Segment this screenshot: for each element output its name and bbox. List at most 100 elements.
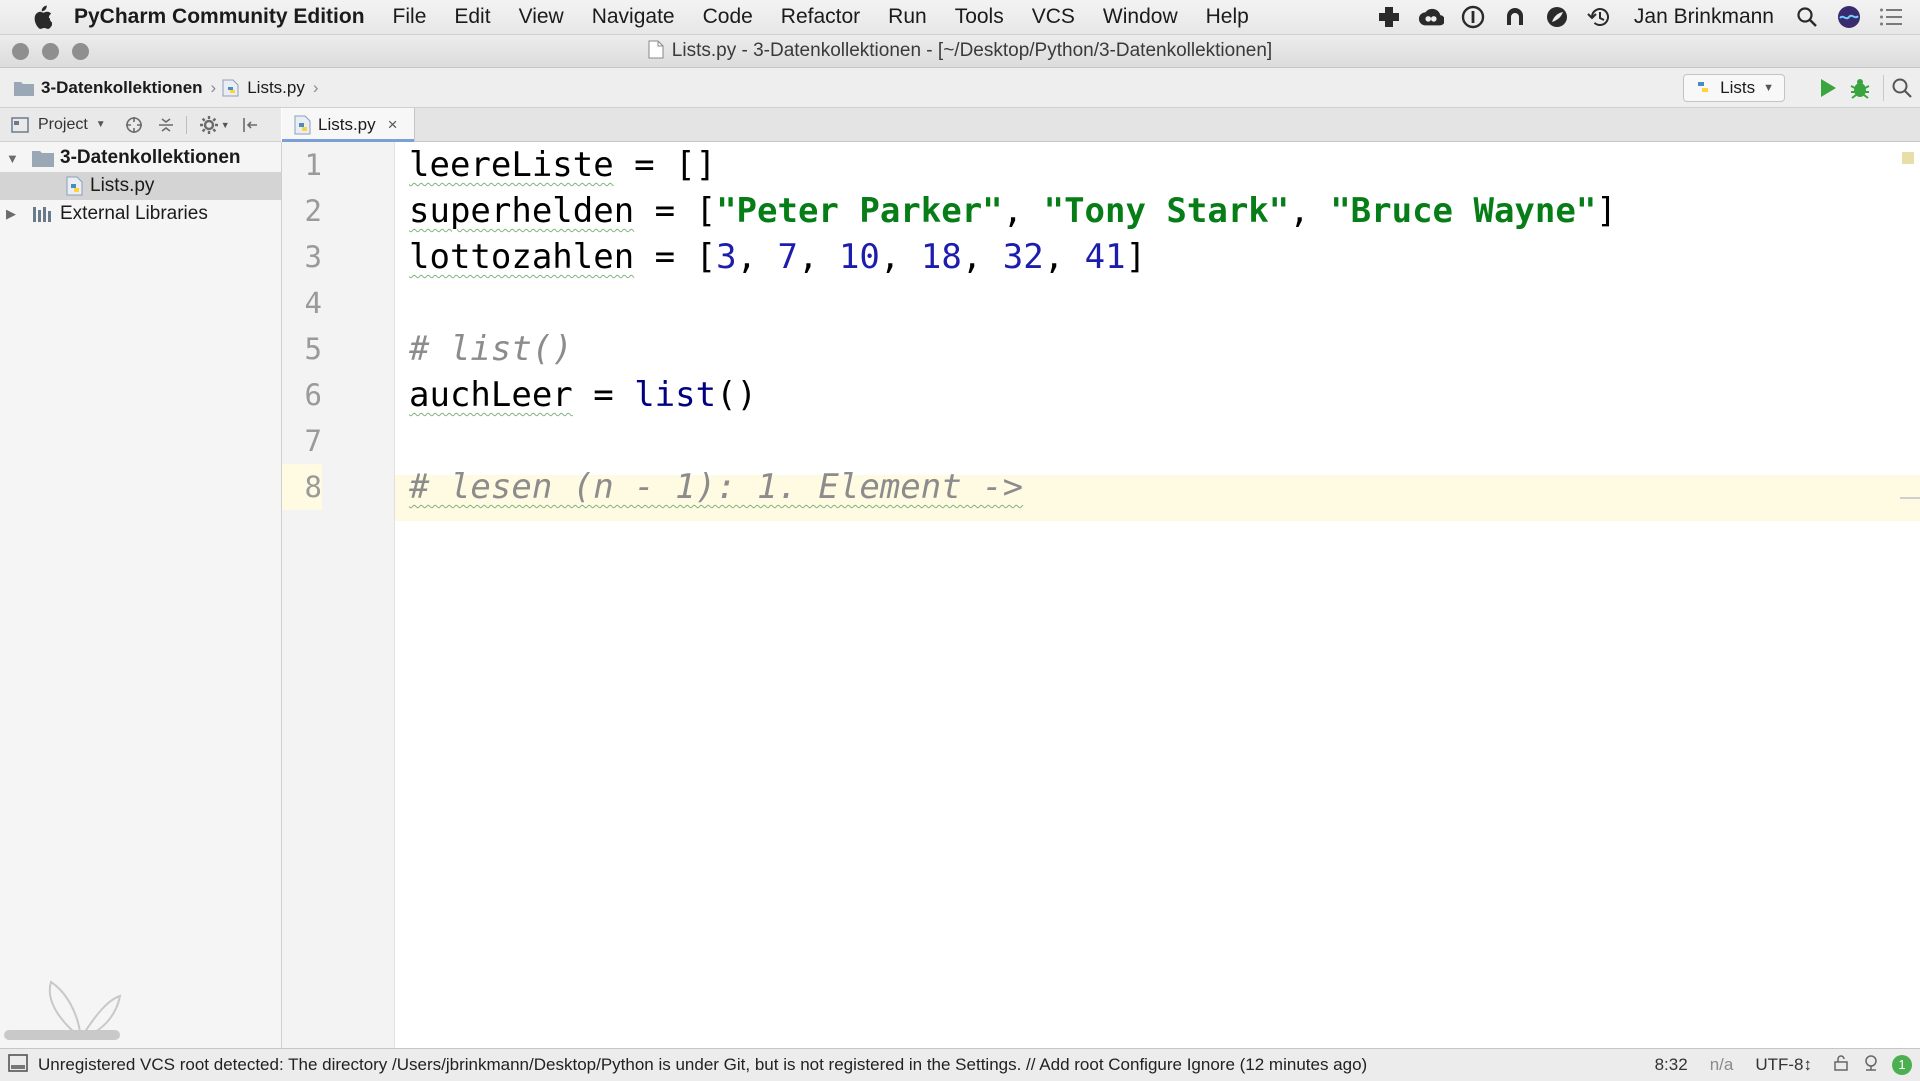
code-token: , [961, 237, 1003, 277]
gear-icon[interactable] [199, 115, 219, 135]
window-title-bar: Lists.py - 3-Datenkollektionen - [~/Desk… [0, 35, 1920, 68]
menu-file[interactable]: File [393, 5, 427, 29]
code-token: , [1002, 191, 1044, 231]
chevron-down-icon[interactable]: ▼ [221, 120, 230, 130]
toggle-tool-windows-icon[interactable] [8, 1053, 28, 1078]
window-title: Lists.py - 3-Datenkollektionen - [~/Desk… [0, 40, 1920, 62]
chevron-down-icon: ▼ [1763, 82, 1774, 94]
code-line-6[interactable]: auchLeer = list() [409, 372, 757, 418]
breadcrumb-file[interactable]: Lists.py › [222, 78, 322, 98]
code-line-2[interactable]: superhelden = ["Peter Parker", "Tony Sta… [409, 188, 1617, 234]
line-number: 5 [304, 332, 322, 366]
number-literal: 41 [1084, 237, 1126, 277]
chevron-down-icon[interactable]: ▼ [96, 119, 106, 130]
apple-icon[interactable] [30, 5, 52, 29]
code-token: , [1043, 237, 1085, 277]
user-name-menu[interactable]: Jan Brinkmann [1634, 5, 1774, 29]
creative-cloud-icon[interactable] [1418, 4, 1444, 30]
code-token: , [879, 237, 921, 277]
expand-arrow-icon[interactable]: ▼ [6, 151, 22, 166]
python-file-icon [294, 115, 311, 134]
tree-item-external-libraries[interactable]: ▶ External Libraries [0, 200, 281, 228]
project-view-selector[interactable]: Project [38, 116, 88, 134]
code-line-8[interactable]: # lesen (n - 1): 1. Element -> [409, 464, 1023, 510]
close-tab-icon[interactable]: × [388, 115, 398, 135]
code-token: = [] [613, 145, 717, 185]
toolbar-divider [1883, 75, 1884, 101]
horizontal-scrollbar[interactable] [4, 1030, 120, 1040]
plus-tray-icon[interactable] [1376, 4, 1402, 30]
siri-icon[interactable] [1836, 4, 1862, 30]
app-name-menu[interactable]: PyCharm Community Edition [74, 5, 365, 29]
code-lines: leereListe = [] superhelden = ["Peter Pa… [395, 142, 1895, 542]
code-token: () [716, 375, 758, 415]
leaf-icon[interactable] [1544, 4, 1570, 30]
header-divider [185, 115, 187, 134]
menu-tools[interactable]: Tools [955, 5, 1004, 29]
run-configuration-select[interactable]: Lists ▼ [1683, 74, 1785, 102]
code-line-3[interactable]: lottozahlen = [3, 7, 10, 18, 32, 41] [409, 234, 1146, 280]
folder-icon [32, 151, 54, 167]
notification-center-icon[interactable] [1878, 4, 1904, 30]
line-number: 4 [304, 286, 322, 320]
library-icon [33, 207, 51, 222]
tree-item-project-root[interactable]: ▼ 3-Datenkollektionen [0, 144, 281, 172]
menu-run[interactable]: Run [888, 5, 927, 29]
python-file-icon [66, 176, 83, 196]
window-title-text: Lists.py - 3-Datenkollektionen - [~/Desk… [671, 40, 1273, 61]
debug-button[interactable] [1848, 76, 1872, 100]
run-button[interactable] [1816, 76, 1840, 100]
status-widgets: 8:32 n/a UTF-8↕ 1 [1655, 1049, 1920, 1081]
tree-item-label: External Libraries [60, 203, 208, 224]
menu-view[interactable]: View [519, 5, 564, 29]
number-literal: 32 [1002, 237, 1044, 277]
hide-panel-icon[interactable] [240, 115, 260, 135]
line-number-gutter: 1 2 3 4 5 6 7 8 [282, 142, 395, 1048]
caret-position[interactable]: 8:32 [1655, 1055, 1688, 1075]
project-tree: ▼ 3-Datenkollektionen Lists.py ▶ Externa… [0, 142, 282, 1048]
scroll-from-source-icon[interactable] [124, 115, 144, 135]
sound-icon[interactable] [1502, 4, 1528, 30]
breadcrumb-chevron-icon: › [210, 77, 217, 97]
string-literal: "Bruce Wayne" [1330, 191, 1597, 231]
code-line-5[interactable]: # list() [409, 326, 573, 372]
code-token: ] [1596, 191, 1617, 231]
python-config-icon [1698, 82, 1709, 92]
number-literal: 7 [777, 237, 798, 277]
inspector-icon[interactable] [1862, 1054, 1880, 1077]
search-everywhere-button[interactable] [1890, 76, 1914, 100]
collapsed-arrow-icon[interactable]: ▶ [6, 206, 22, 222]
file-encoding[interactable]: UTF-8↕ [1755, 1055, 1812, 1075]
bug-icon [1850, 79, 1870, 99]
breadcrumb-project[interactable]: 3-Datenkollektionen › [14, 78, 220, 98]
menu-code[interactable]: Code [703, 5, 753, 29]
menu-edit[interactable]: Edit [454, 5, 490, 29]
code-token: , [1289, 191, 1331, 231]
collapse-all-icon[interactable] [156, 115, 176, 135]
spotlight-search-icon[interactable] [1794, 4, 1820, 30]
line-number: 2 [304, 194, 322, 228]
menu-window[interactable]: Window [1103, 5, 1178, 29]
line-separator[interactable]: n/a [1710, 1055, 1734, 1075]
menu-help[interactable]: Help [1206, 5, 1249, 29]
code-line-1[interactable]: leereListe = [] [409, 142, 716, 188]
menu-vcs[interactable]: VCS [1032, 5, 1075, 29]
tab-lists-py[interactable]: Lists.py × [282, 108, 415, 142]
vcs-status-message[interactable]: Unregistered VCS root detected: The dire… [38, 1055, 1367, 1075]
variable-name: lottozahlen [409, 237, 635, 277]
tree-item-lists-py[interactable]: Lists.py [0, 172, 281, 200]
tab-label: Lists.py [318, 114, 376, 134]
menu-extras: Jan Brinkmann [1376, 0, 1920, 34]
comment: # list() [409, 329, 573, 369]
time-machine-icon[interactable] [1586, 4, 1612, 30]
code-token: , [736, 237, 778, 277]
line-number: 1 [304, 148, 322, 182]
status-bar: Unregistered VCS root detected: The dire… [0, 1048, 1920, 1081]
menu-refactor[interactable]: Refactor [781, 5, 860, 29]
event-log-badge[interactable]: 1 [1892, 1055, 1912, 1075]
menu-navigate[interactable]: Navigate [592, 5, 675, 29]
error-stripe-mark[interactable] [1900, 497, 1920, 499]
password-manager-icon[interactable] [1460, 4, 1486, 30]
inspection-marker-icon[interactable] [1902, 152, 1914, 164]
lock-icon[interactable] [1834, 1054, 1848, 1076]
